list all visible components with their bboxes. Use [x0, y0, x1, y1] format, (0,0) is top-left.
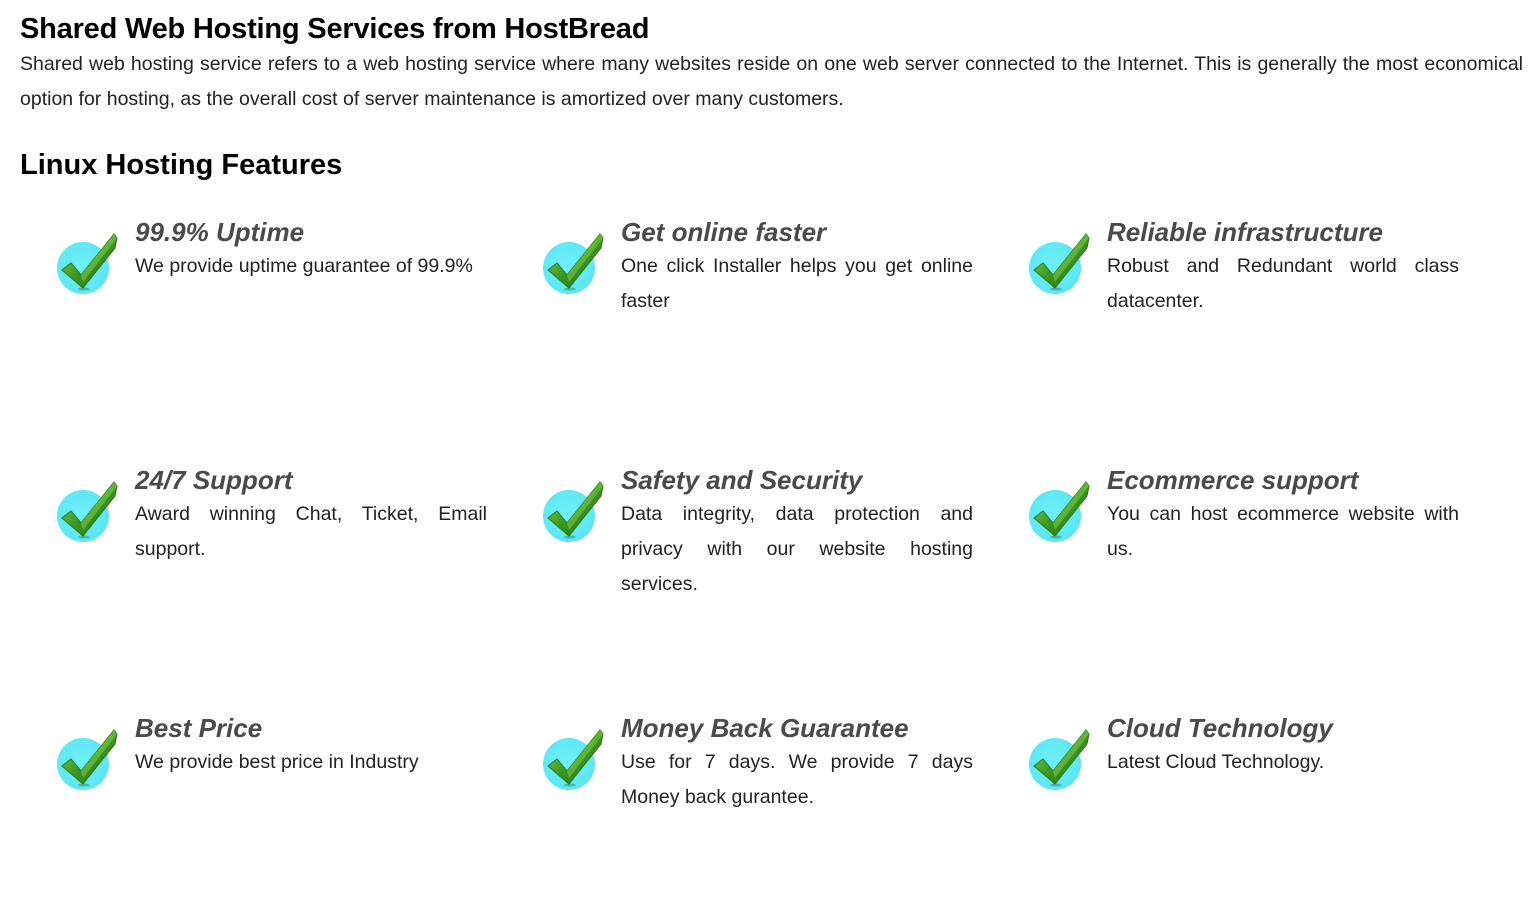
- feature-title: Cloud Technology: [1107, 713, 1333, 743]
- feature-description: Robust and Redundant world class datacen…: [1107, 255, 1459, 312]
- feature-description: We provide best price in Industry: [135, 751, 419, 773]
- section-title: Linux Hosting Features: [20, 149, 343, 181]
- feature-title: Get online faster: [621, 217, 827, 247]
- feature-title: Safety and Security: [621, 465, 863, 495]
- feature-item-infrastructure: Reliable infrastructure Robust and Redun…: [1028, 216, 1468, 416]
- feature-item-ecommerce: Ecommerce support You can host ecommerce…: [1028, 464, 1468, 664]
- feature-title: Ecommerce support: [1107, 465, 1359, 495]
- checkmark-icon: [542, 230, 606, 294]
- checkmark-icon: [56, 478, 120, 542]
- page-title: Shared Web Hosting Services from HostBre…: [20, 13, 650, 45]
- feature-description: Award winning Chat, Ticket, Email suppor…: [135, 503, 487, 560]
- feature-title: 99.9% Uptime: [135, 217, 305, 247]
- intro-paragraph: Shared web hosting service refers to a w…: [20, 53, 1523, 110]
- checkmark-icon: [1028, 478, 1092, 542]
- feature-description: Latest Cloud Technology.: [1107, 751, 1325, 773]
- feature-title: Money Back Guarantee: [621, 713, 909, 743]
- feature-title: 24/7 Support: [135, 465, 293, 495]
- checkmark-icon: [542, 478, 606, 542]
- feature-item-security: Safety and Security Data integrity, data…: [542, 464, 982, 664]
- feature-description: You can host ecommerce website with us.: [1107, 503, 1459, 560]
- feature-description: Use for 7 days. We provide 7 days Money …: [621, 751, 973, 808]
- checkmark-icon: [542, 726, 606, 790]
- checkmark-icon: [1028, 726, 1092, 790]
- feature-item-support: 24/7 Support Award winning Chat, Ticket,…: [56, 464, 496, 664]
- feature-title: Reliable infrastructure: [1107, 217, 1383, 247]
- checkmark-icon: [1028, 230, 1092, 294]
- feature-item-online-faster: Get online faster One click Installer he…: [542, 216, 982, 416]
- feature-item-money-back: Money Back Guarantee Use for 7 days. We …: [542, 712, 982, 912]
- feature-item-uptime: 99.9% Uptime We provide uptime guarantee…: [56, 216, 496, 416]
- feature-title: Best Price: [135, 713, 263, 743]
- checkmark-icon: [56, 726, 120, 790]
- feature-item-cloud: Cloud Technology Latest Cloud Technology…: [1028, 712, 1468, 912]
- feature-item-best-price: Best Price We provide best price in Indu…: [56, 712, 496, 912]
- feature-description: Data integrity, data protection and priv…: [621, 503, 973, 595]
- feature-description: One click Installer helps you get online…: [621, 255, 973, 312]
- feature-description: We provide uptime guarantee of 99.9%: [135, 255, 473, 277]
- checkmark-icon: [56, 230, 120, 294]
